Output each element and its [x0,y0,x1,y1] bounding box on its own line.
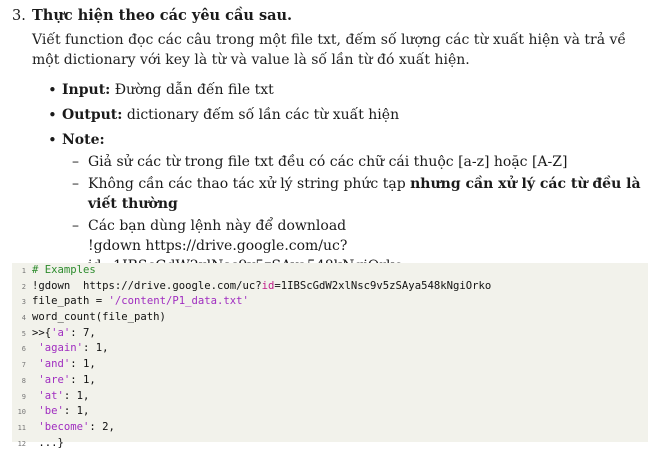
note-plain-text: Không cần các thao tác xử lý string phức… [88,176,411,192]
code-line: 8 'are': 1, [12,373,648,389]
code-text: file_path = [32,295,109,308]
code-string: 'are' [38,373,71,386]
code-string: 'and' [38,358,71,371]
code-line: 10 'be': 1, [12,404,648,420]
code-text: : 2, [89,420,115,433]
code-string: '/content/P1_data.txt' [108,295,249,308]
note-download-text: Các bạn dùng lệnh này để download [88,218,347,234]
code-line: 6 'again': 1, [12,341,648,357]
code-text: !gdown https://drive.google.com/uc? [32,279,262,292]
code-string: 'become' [38,420,90,433]
code-text: : 1, [63,405,90,418]
code-text: : 1, [70,373,96,386]
code-line: 3 file_path = '/content/P1_data.txt' [12,294,648,310]
note-item: Giả sử các từ trong file txt đều có các … [72,152,652,172]
task-heading: 3. Thực hiện theo các yêu cầu sau. [12,6,652,26]
code-line: 1 # Examples [12,263,648,279]
task-description: Viết function đọc các câu trong một file… [32,32,627,68]
code-line: 2 !gdown https://drive.google.com/uc?id=1… [12,279,648,295]
code-line: 12 ...} [12,436,648,452]
code-text: =1IBScGdW2xlNsc9v5zSAya548kNgiOrko [274,279,492,292]
code-comment: # Examples [32,264,96,276]
code-text: : 1, [63,389,90,402]
line-number: 11 [17,423,26,432]
line-number: 6 [21,345,26,354]
code-text: >>{ [32,326,52,339]
code-line: 11 'become': 2, [12,420,648,436]
code-text: : 1, [83,342,109,355]
code-string: 'be' [38,405,64,418]
requirements-list: Input: Đường dẫn đến file txt Output: di… [12,80,652,276]
code-text: : 7, [70,326,96,339]
code-string: 'at' [38,389,64,402]
line-number: 12 [17,439,26,448]
code-string: 'again' [38,342,84,355]
output-label: Output: [62,107,123,123]
line-number: 4 [21,314,26,323]
line-number: 9 [21,392,26,401]
notes-list: Giả sử các từ trong file txt đều có các … [62,152,652,276]
line-number: 5 [21,329,26,338]
note-item: Không cần các thao tác xử lý string phức… [72,174,652,214]
line-number: 3 [21,298,26,307]
note-bullet: Note: Giả sử các từ trong file txt đều c… [48,130,652,276]
note-label: Note: [62,132,105,148]
line-number: 7 [21,361,26,370]
line-number: 8 [21,376,26,385]
input-label: Input: [62,82,111,98]
line-number: 10 [17,408,26,417]
code-line: 4 word_count(file_path) [12,310,648,326]
line-number: 2 [21,282,26,291]
code-text: ...} [32,436,64,449]
code-line: 9 'at': 1, [12,389,648,405]
code-text: : 1, [70,358,96,371]
code-string: 'a' [51,326,71,339]
task-number: 3. [12,8,26,24]
input-bullet: Input: Đường dẫn đến file txt [48,80,652,100]
code-block: 1 # Examples 2 !gdown https://drive.google… [12,263,648,449]
output-bullet: Output: dictionary đếm số lần các từ xuấ… [48,105,652,125]
code-keyword: id [261,279,275,292]
code-text: word_count(file_path) [32,311,166,324]
code-line: 7 'and': 1, [12,357,648,373]
code-line: 5 >>{'a': 7, [12,326,648,342]
task-title: Thực hiện theo các yêu cầu sau. [32,7,293,24]
task-item: 3. Thực hiện theo các yêu cầu sau. Viết f… [12,6,652,281]
output-text: dictionary đếm số lần các từ xuất hiện [122,107,400,123]
line-number: 1 [21,267,26,275]
input-text: Đường dẫn đến file txt [110,82,274,98]
